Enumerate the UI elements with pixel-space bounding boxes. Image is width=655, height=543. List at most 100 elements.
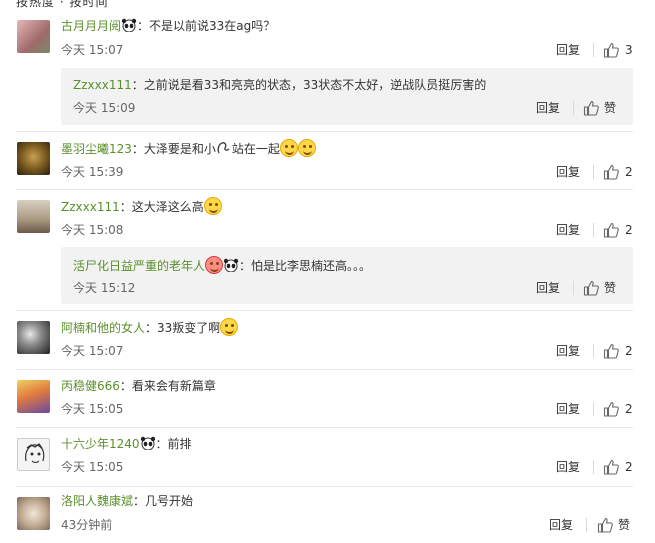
smiley-emoji-icon: [203, 197, 222, 215]
avatar[interactable]: [17, 200, 50, 233]
action-divider: [586, 518, 587, 532]
thumbs-up-icon[interactable]: [583, 100, 599, 116]
like-label[interactable]: 赞: [604, 100, 616, 116]
thumbs-up-icon[interactable]: [583, 280, 599, 296]
reply-button[interactable]: 回复: [556, 42, 580, 58]
like-count: 2: [625, 223, 633, 237]
heart-eyes-emoji-icon: [205, 256, 224, 274]
like-count: 2: [625, 460, 633, 474]
smiley-emoji-icon: [297, 139, 316, 157]
panda-emoji-icon: [121, 18, 137, 32]
reply-line: 活尸化日益严重的老年人 ：怕是比李思楠还高。。。: [73, 256, 371, 275]
username[interactable]: 活尸化日益严重的老年人: [73, 259, 205, 273]
avatar[interactable]: [17, 497, 50, 530]
squiggle-emoji-icon: [217, 142, 230, 154]
panda-emoji-icon: [140, 436, 155, 450]
comment-text: ：不是以前说33在ag吗？: [137, 19, 276, 33]
action-divider: [593, 43, 594, 57]
username[interactable]: Zzxxx111: [73, 78, 132, 92]
username[interactable]: 阿楠和他的女人: [61, 321, 145, 335]
comment-item: 洛阳人魏康斌：几号开始 43分钟前 回复 赞: [0, 487, 655, 543]
action-divider: [573, 281, 574, 295]
reply-text: ：怕是比李思楠还高。。。: [239, 259, 372, 273]
like-count: 3: [625, 43, 633, 57]
comment-time: 今天 15:08: [61, 223, 124, 237]
reply-button[interactable]: 回复: [556, 164, 580, 180]
comment-text: ：看来会有新篇章: [119, 379, 216, 393]
like-label[interactable]: 赞: [604, 280, 616, 296]
avatar[interactable]: [17, 380, 50, 413]
thumbs-up-icon[interactable]: [603, 459, 619, 475]
username[interactable]: 墨羽尘曦123: [61, 142, 132, 156]
smiley-emoji-icon: [279, 139, 298, 157]
username[interactable]: 古月月月阅: [61, 19, 121, 33]
comment-item: 丙稳健666：看来会有新篇章 今天 15:05 回复 2: [0, 370, 655, 426]
comment-line: 丙稳健666：看来会有新篇章: [61, 377, 216, 395]
comment-item: Zzxxx111：这大泽这么高 今天 15:08 回复 2: [0, 190, 655, 247]
comment-time: 今天 15:07: [61, 43, 124, 57]
comment-time: 今天 15:05: [61, 460, 124, 474]
comment-time: 43分钟前: [61, 518, 113, 532]
reply-time: 今天 15:12: [73, 281, 136, 295]
comment-line: 阿楠和他的女人：33叛变了啊: [61, 318, 239, 337]
reply-item: 活尸化日益严重的老年人 ：怕是比李思楠还高。。。 今天 15:12 回复 赞: [61, 247, 633, 304]
sort-bar-text: 按热度 · 按时间: [16, 0, 109, 8]
reply-button[interactable]: 回复: [536, 280, 560, 296]
action-divider: [593, 402, 594, 416]
comment-time: 今天 15:07: [61, 344, 124, 358]
comment-text-tail: 站在一起: [231, 142, 280, 156]
username[interactable]: 丙稳健666: [61, 379, 120, 393]
comment-line: 十六少年1240 ：前排: [61, 435, 192, 453]
thumbs-up-icon[interactable]: [597, 517, 613, 533]
thumbs-up-icon[interactable]: [603, 222, 619, 238]
username[interactable]: Zzxxx111: [61, 200, 120, 214]
comment-text: ：大泽要是和小: [131, 142, 216, 156]
comment-text: ：33叛变了啊: [145, 321, 221, 335]
like-count: 2: [625, 402, 633, 416]
action-divider: [593, 223, 594, 237]
action-divider: [593, 165, 594, 179]
avatar[interactable]: [17, 142, 50, 175]
action-divider: [593, 344, 594, 358]
avatar[interactable]: [17, 20, 50, 53]
reply-item: Zzxxx111：之前说是看33和亮亮的状态，33状态不太好，逆战队员挺厉害的 …: [61, 68, 633, 125]
comment-text: ：前排: [155, 437, 192, 451]
comment-line: 古月月月阅 ：不是以前说33在ag吗？: [61, 17, 275, 35]
reply-button[interactable]: 回复: [549, 517, 573, 533]
comment-text: ：几号开始: [133, 494, 194, 508]
like-count: 2: [625, 165, 633, 179]
comment-text: ：这大泽这么高: [119, 200, 204, 214]
thumbs-up-icon[interactable]: [603, 164, 619, 180]
reply-button[interactable]: 回复: [536, 100, 560, 116]
comment-line: 洛阳人魏康斌：几号开始: [61, 492, 193, 510]
thumbs-up-icon[interactable]: [603, 42, 619, 58]
comment-item: 墨羽尘曦123：大泽要是和小 站在一起 今天 15:39 回复 2: [0, 132, 655, 188]
comment-item: 十六少年1240 ：前排 今天 15:05 回复 2: [0, 428, 655, 485]
reply-button[interactable]: 回复: [556, 222, 580, 238]
action-divider: [573, 101, 574, 115]
comment-time: 今天 15:39: [61, 165, 124, 179]
reply-text: ：之前说是看33和亮亮的状态，33状态不太好，逆战队员挺厉害的: [131, 78, 487, 92]
reply-time: 今天 15:09: [73, 101, 136, 115]
thumbs-up-icon[interactable]: [603, 343, 619, 359]
username[interactable]: 洛阳人魏康斌: [61, 494, 133, 508]
reply-line: Zzxxx111：之前说是看33和亮亮的状态，33状态不太好，逆战队员挺厉害的: [73, 76, 486, 94]
like-count: 2: [625, 344, 633, 358]
comment-item: 古月月月阅 ：不是以前说33在ag吗？ 今天 15:07 回复 3: [0, 10, 655, 68]
sort-bar: 按热度 · 按时间: [0, 0, 655, 8]
reply-button[interactable]: 回复: [556, 343, 580, 359]
username[interactable]: 十六少年1240: [61, 437, 140, 451]
like-label[interactable]: 赞: [618, 517, 630, 533]
panda-emoji-icon: [223, 258, 239, 272]
comment-line: Zzxxx111：这大泽这么高: [61, 197, 222, 216]
thumbs-up-icon[interactable]: [603, 401, 619, 417]
avatar[interactable]: [17, 438, 50, 471]
comment-line: 墨羽尘曦123：大泽要是和小 站在一起: [61, 139, 316, 158]
grin-emoji-icon: [220, 318, 239, 336]
comment-item: 阿楠和他的女人：33叛变了啊 今天 15:07 回复 2: [0, 311, 655, 368]
reply-button[interactable]: 回复: [556, 401, 580, 417]
sketch-face-icon: [25, 443, 45, 463]
reply-button[interactable]: 回复: [556, 459, 580, 475]
avatar[interactable]: [17, 321, 50, 354]
comment-time: 今天 15:05: [61, 402, 124, 416]
